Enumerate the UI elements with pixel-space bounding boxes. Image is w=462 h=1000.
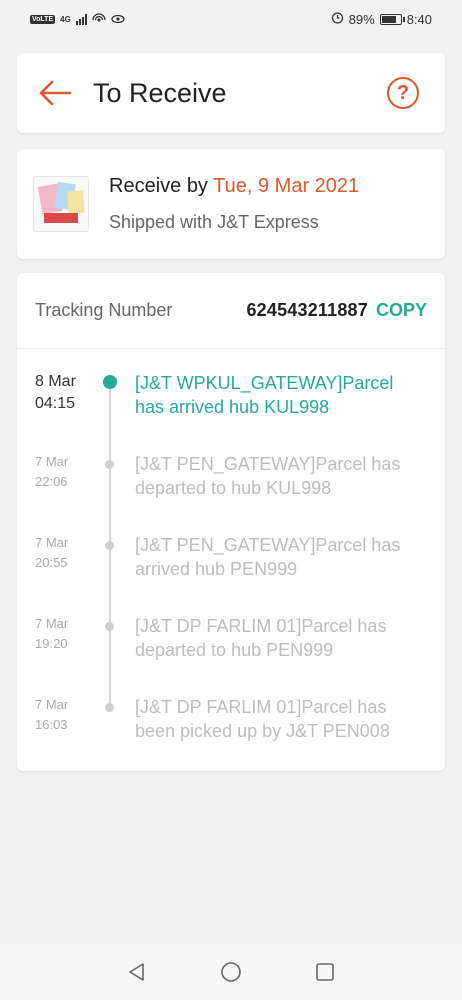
status-right: 89% 8:40 [331,11,432,27]
event-description: [J&T DP FARLIM 01]Parcel has departed to… [135,616,387,660]
question-circle-icon: ? [396,81,410,104]
tracking-card: Tracking Number 624543211887 COPY 8 Mar … [17,273,445,771]
circle-home-icon [221,962,241,982]
event-time: 20:55 [35,555,68,570]
signal-icon [75,13,87,25]
event-datetime: 7 Mar 22:06 [17,452,91,533]
receive-by-label: Receive by [109,175,214,197]
help-button[interactable]: ? [387,77,419,109]
event-time: 22:06 [35,474,68,489]
event-datetime: 7 Mar 16:03 [17,695,91,776]
event-date: 7 Mar [35,454,69,469]
system-nav-bar [0,944,462,1000]
event-time: 04:15 [35,395,76,412]
delivery-card[interactable]: Receive by Tue, 9 Mar 2021 Shipped with … [17,149,445,259]
event-datetime: 8 Mar 04:15 [17,371,91,452]
delivery-info: Receive by Tue, 9 Mar 2021 Shipped with … [109,175,359,233]
battery-icon [379,13,405,25]
eye-icon [111,12,125,27]
event-date: 7 Mar [35,616,69,631]
event-time: 19:20 [35,636,68,651]
timeline-dot-icon [103,375,117,389]
hotspot-icon [92,12,106,27]
timeline-event: 7 Mar 20:55 [J&T PEN_GATEWAY]Parcel has … [17,533,445,614]
copy-button[interactable]: COPY [376,300,427,321]
shipping-carrier: Shipped with J&T Express [109,212,319,232]
event-date: 7 Mar [35,535,69,550]
event-description: [J&T DP FARLIM 01]Parcel has been picked… [135,697,390,741]
back-button[interactable] [37,75,73,111]
nav-home-button[interactable] [219,960,243,984]
nav-back-button[interactable] [125,960,149,984]
timeline-dot-icon [105,460,114,469]
tracking-number: 624543211887 [246,300,368,320]
header-card: To Receive ? [17,53,445,133]
event-description: [J&T WPKUL_GATEWAY]Parcel has arrived hu… [135,373,394,417]
status-bar: VoLTE 4G 89% 8:40 [0,0,462,38]
page-title: To Receive [93,77,227,108]
product-thumbnail [33,176,89,232]
volte-badge: VoLTE [30,14,56,24]
event-date: 8 Mar [35,373,76,390]
tracking-number-row: Tracking Number 624543211887 COPY [17,273,445,349]
event-datetime: 7 Mar 19:20 [17,614,91,695]
tracking-timeline: 8 Mar 04:15 [J&T WPKUL_GATEWAY]Parcel ha… [17,349,445,776]
battery-percent: 89% [348,11,375,27]
timeline-dot-icon [105,703,114,712]
network-type: 4G [60,14,71,24]
clock: 8:40 [406,11,432,27]
event-description: [J&T PEN_GATEWAY]Parcel has departed to … [135,454,401,498]
tracking-number-label: Tracking Number [35,300,173,320]
receive-by-line: Receive by Tue, 9 Mar 2021 [109,175,359,198]
event-description: [J&T PEN_GATEWAY]Parcel has arrived hub … [135,535,401,579]
event-time: 16:03 [35,717,68,732]
timeline-event: 8 Mar 04:15 [J&T WPKUL_GATEWAY]Parcel ha… [17,371,445,452]
square-recents-icon [316,963,334,981]
receive-date: Tue, 9 Mar 2021 [213,175,360,197]
alarm-icon [331,11,344,27]
event-datetime: 7 Mar 20:55 [17,533,91,614]
timeline-dot-icon [105,541,114,550]
triangle-back-icon [129,963,144,981]
nav-recents-button[interactable] [313,960,337,984]
timeline-dot-icon [105,622,114,631]
timeline-event: 7 Mar 22:06 [J&T PEN_GATEWAY]Parcel has … [17,452,445,533]
arrow-left-icon [39,80,72,106]
event-date: 7 Mar [35,697,69,712]
status-left: VoLTE 4G [30,12,125,27]
timeline-event: 7 Mar 19:20 [J&T DP FARLIM 01]Parcel has… [17,614,445,695]
timeline-event: 7 Mar 16:03 [J&T DP FARLIM 01]Parcel has… [17,695,445,776]
